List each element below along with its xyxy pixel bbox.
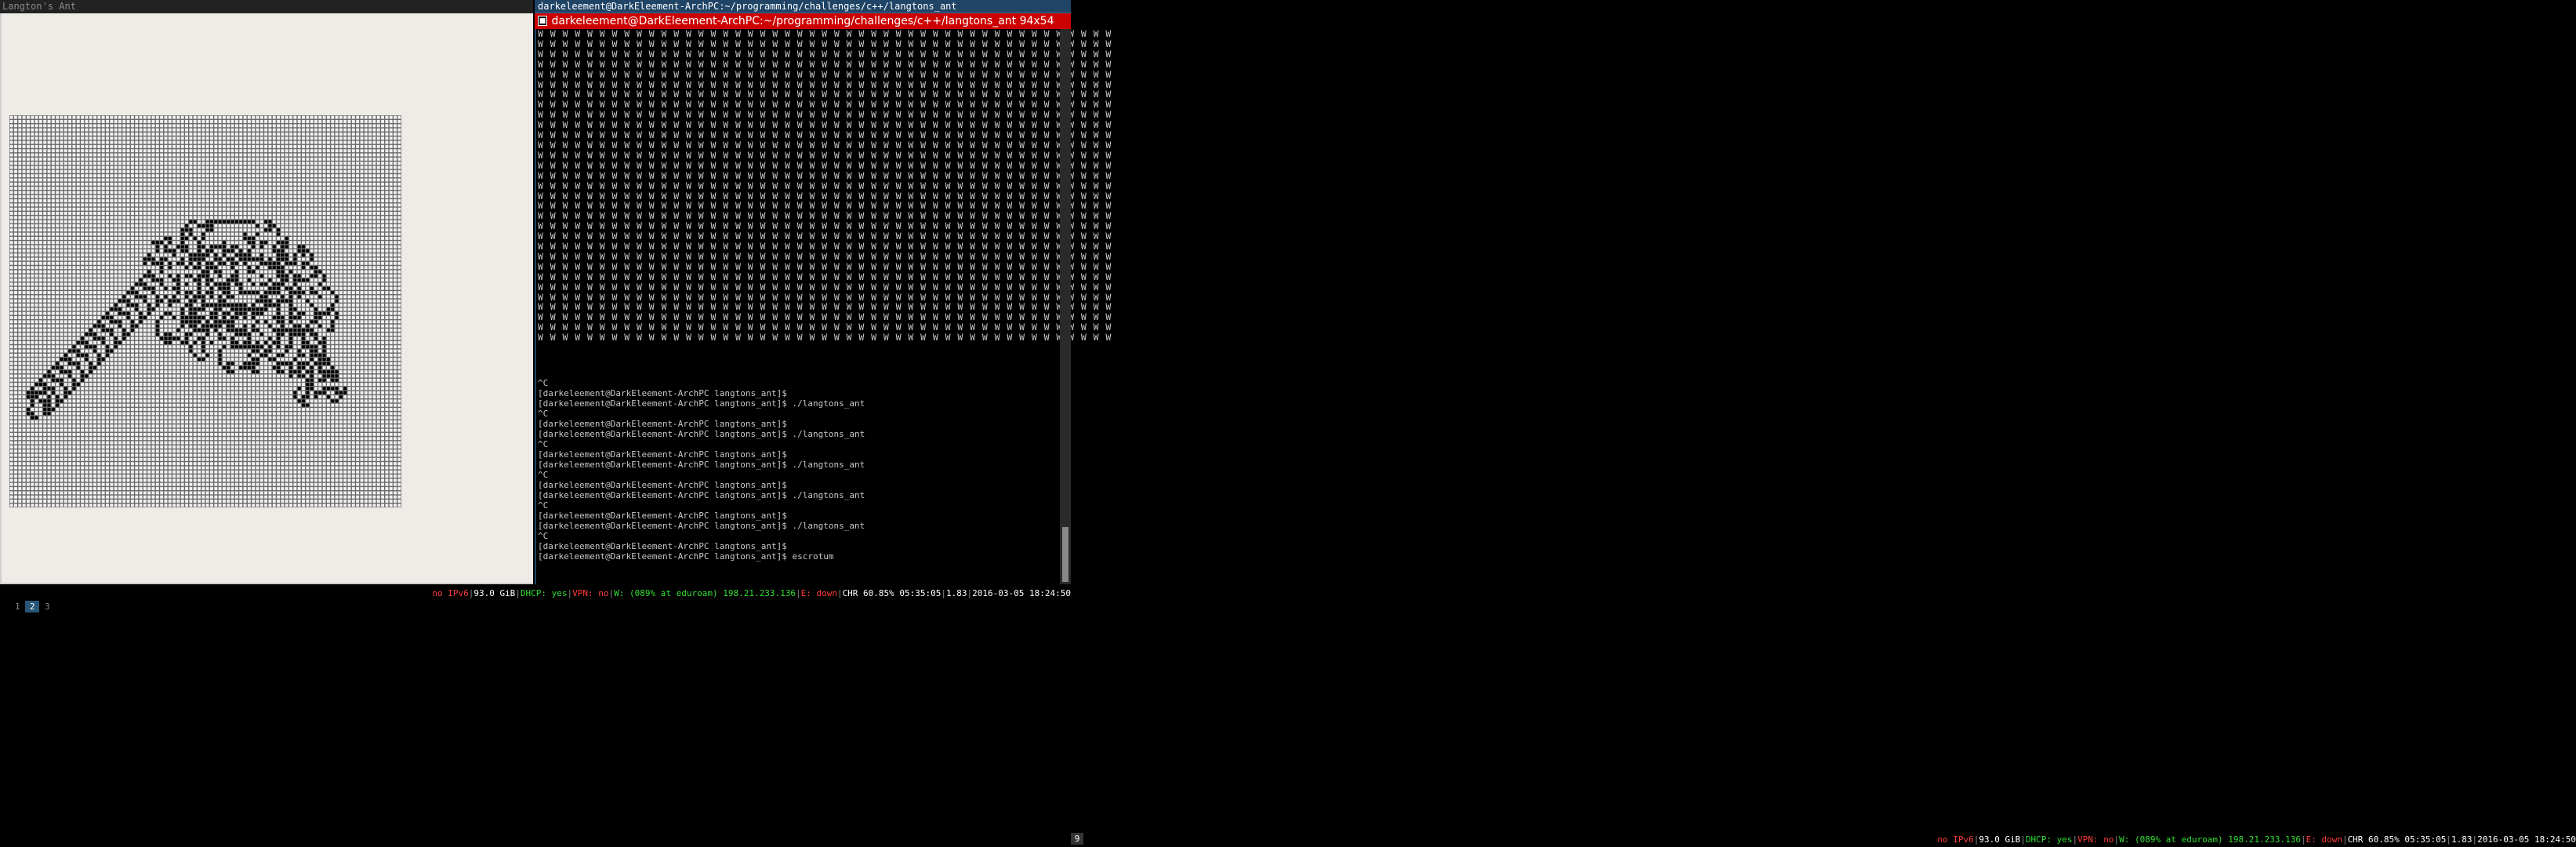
ipv6-status: no IPv6 [432,588,469,598]
langtons-ant-grid [9,115,401,507]
langtons-ant-window [0,13,533,584]
langtons-ant-window-title[interactable]: Langton's Ant [0,0,533,13]
terminal-header-title: darkeleement@DarkEleement-ArchPC:~/progr… [551,15,1054,27]
load-status-2: 1.83 [2451,834,2473,845]
wifi-status-2: W: (089% at eduroam) 198.21.233.136 [2119,834,2301,845]
terminal-line: [darkeleement@DarkEleement-ArchPC langto… [538,551,834,562]
dhcp-status: DHCP: yes [520,588,568,598]
workspace-9-button[interactable]: 9 [1071,833,1083,845]
terminal-line: ^C [538,439,549,449]
workspace-1-button[interactable]: 1 [10,601,24,613]
terminal-line: [darkeleement@DarkEleement-ArchPC langto… [538,511,787,521]
terminal-line: ^C [538,531,549,541]
terminal-line: ^C [538,470,549,480]
terminal-line: [darkeleement@DarkEleement-ArchPC langto… [538,449,787,460]
terminal-line: [darkeleement@DarkEleement-ArchPC langto… [538,429,865,439]
terminal-line: ^C [538,378,549,388]
vpn-status-2: VPN: no [2077,834,2114,845]
terminal-line: ^C [538,500,549,511]
terminal-line: [darkeleement@DarkEleement-ArchPC langto… [538,541,787,551]
ipv6-status-2: no IPv6 [1937,834,1974,845]
terminal-header-bar: ■ darkeleement@DarkEleement-ArchPC:~/pro… [535,13,1071,29]
terminal-scrollbar[interactable] [1060,29,1071,584]
status-bar-primary: no IPv6|93.0 GiB|DHCP: yes|VPN: no|W: (0… [432,588,1071,598]
battery-status: CHR 60.85% 05:35:05 [842,588,942,598]
ethernet-status: E: down [800,588,837,598]
terminal-line: [darkeleement@DarkEleement-ArchPC langto… [538,460,865,470]
terminal-w-output: W W W W W W W W W W W W W W W W W W W W … [538,28,1112,344]
terminal-line: [darkeleement@DarkEleement-ArchPC langto… [538,419,787,429]
terminal-window-title[interactable]: darkeleement@DarkEleement-ArchPC:~/progr… [535,0,1071,13]
vpn-status: VPN: no [572,588,609,598]
load-status: 1.83 [946,588,967,598]
dhcp-status-2: DHCP: yes [2025,834,2073,845]
datetime-status-2: 2016-03-05 18:24:50 [2477,834,2576,845]
status-bar-secondary: no IPv6|93.0 GiB|DHCP: yes|VPN: no|W: (0… [1937,834,2576,845]
datetime-status: 2016-03-05 18:24:50 [972,588,1071,598]
terminal-line: ^C [538,409,549,419]
terminal-icon[interactable]: ■ [538,16,547,26]
workspace-bar: 123 [0,587,55,613]
ethernet-status-2: E: down [2306,834,2342,845]
terminal-line: [darkeleement@DarkEleement-ArchPC langto… [538,490,865,500]
workspace-3-button[interactable]: 3 [40,601,54,613]
wifi-status: W: (089% at eduroam) 198.21.233.136 [614,588,796,598]
terminal-line: [darkeleement@DarkEleement-ArchPC langto… [538,521,865,531]
disk-status: 93.0 GiB [473,588,516,598]
terminal-line: [darkeleement@DarkEleement-ArchPC langto… [538,398,865,409]
terminal-history: ^C [darkeleement@DarkEleement-ArchPC lang… [538,378,865,562]
battery-status-2: CHR 60.85% 05:35:05 [2347,834,2447,845]
workspace-2-button[interactable]: 2 [25,601,40,613]
terminal-body[interactable]: W W W W W W W W W W W W W W W W W W W W … [535,29,1111,584]
terminal-scrollbar-thumb[interactable] [1062,527,1068,582]
terminal-line: [darkeleement@DarkEleement-ArchPC langto… [538,480,787,490]
disk-status-2: 93.0 GiB [1979,834,2021,845]
terminal-line: [darkeleement@DarkEleement-ArchPC langto… [538,388,787,398]
